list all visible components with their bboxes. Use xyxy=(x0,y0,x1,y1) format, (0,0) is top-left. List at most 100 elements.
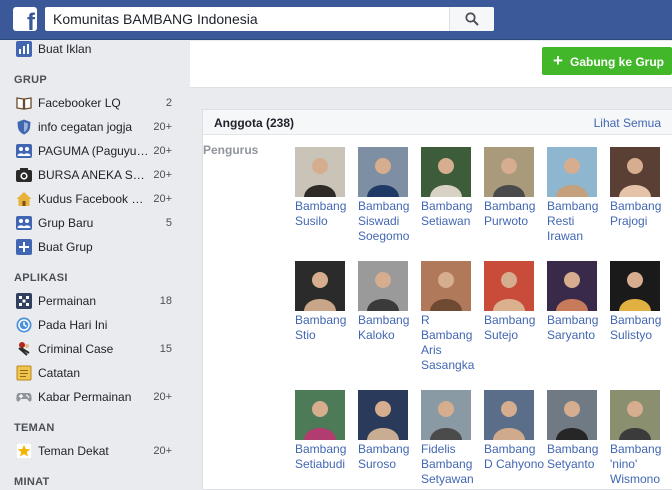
search-box xyxy=(45,7,494,31)
member-avatar[interactable] xyxy=(358,147,408,197)
plus-icon: + xyxy=(553,51,563,70)
see-all-link[interactable]: Lihat Semua xyxy=(594,116,661,130)
sidebar-item-count: 20+ xyxy=(153,391,172,403)
sidebar-item-label: Kabar Permainan xyxy=(38,390,132,404)
sidebar-item-label: Kudus Facebook Community xyxy=(38,192,150,206)
bar-chart-icon xyxy=(16,41,32,57)
star-icon xyxy=(16,443,32,459)
sidebar-item-kudus-facebook[interactable]: Kudus Facebook Community 20+ xyxy=(0,187,189,211)
sidebar-item-criminal-case[interactable]: Criminal Case 15 xyxy=(0,337,189,361)
member-avatar[interactable] xyxy=(295,147,345,197)
apps-heading: APLIKASI xyxy=(14,272,68,284)
sidebar-item-paguma[interactable]: PAGUMA (Paguyuban... 20+ xyxy=(0,139,189,163)
member-avatar[interactable] xyxy=(484,390,534,440)
member-avatar[interactable] xyxy=(421,147,471,197)
member-avatar[interactable] xyxy=(358,390,408,440)
sidebar-item-info-cegatan-jogja[interactable]: info cegatan jogja 20+ xyxy=(0,115,189,139)
sidebar-item-catatan[interactable]: Catatan xyxy=(0,361,189,385)
sidebar-item-count: 18 xyxy=(159,295,172,307)
sidebar-item-count: 20+ xyxy=(153,193,172,205)
sidebar-item-buat-grup[interactable]: Buat Grup xyxy=(0,235,189,259)
search-icon xyxy=(465,12,479,26)
member-name[interactable]: Bambang Setyanto xyxy=(547,442,609,472)
sidebar-item-count: 5 xyxy=(165,217,172,229)
left-sidebar: Buat Iklan GRUP Facebooker LQ 2 info ceg… xyxy=(0,41,189,490)
member-name[interactable]: Bambang Sulistyo xyxy=(610,313,672,343)
member-avatar[interactable] xyxy=(610,390,660,440)
groups-heading: GRUP xyxy=(14,74,47,86)
member-name[interactable]: Bambang Setiabudi xyxy=(295,442,357,472)
sidebar-item-label: Buat Grup xyxy=(38,240,93,254)
sidebar-item-label: Grup Baru xyxy=(38,216,94,230)
join-group-label: Gabung ke Grup xyxy=(570,55,665,69)
sidebar-item-count: 15 xyxy=(159,343,172,355)
sidebar-item-permainan[interactable]: Permainan 18 xyxy=(0,289,189,313)
sidebar-item-label: info cegatan jogja xyxy=(38,120,133,134)
member-avatar[interactable] xyxy=(547,147,597,197)
sidebar-item-label: Buat Iklan xyxy=(38,42,92,56)
admins-label: Pengurus xyxy=(203,143,259,157)
member-name[interactable]: Bambang Resti Irawan xyxy=(547,199,609,244)
member-name[interactable]: Bambang Kaloko xyxy=(358,313,420,343)
sidebar-item-bursa-aneka-sepeda[interactable]: BURSA ANEKA SEPEDA 20+ xyxy=(0,163,189,187)
sidebar-item-label: Criminal Case xyxy=(38,342,114,356)
criminal-case-icon xyxy=(18,342,30,356)
member-name[interactable]: Bambang 'nino' Wismono xyxy=(610,442,672,487)
camera-icon xyxy=(16,168,32,182)
member-avatar[interactable] xyxy=(547,261,597,311)
games-icon xyxy=(16,293,32,309)
member-name[interactable]: Fidelis Bambang Setyawan xyxy=(421,442,483,487)
history-icon xyxy=(16,317,32,333)
sidebar-item-label: Pada Hari Ini xyxy=(38,318,108,332)
sidebar-item-buat-iklan[interactable]: Buat Iklan xyxy=(0,37,189,61)
member-avatar[interactable] xyxy=(358,261,408,311)
member-avatar[interactable] xyxy=(421,261,471,311)
sidebar-item-pada-hari-ini[interactable]: Pada Hari Ini xyxy=(0,313,189,337)
sidebar-item-facebooker-lq[interactable]: Facebooker LQ 2 xyxy=(0,91,189,115)
sidebar-item-label: PAGUMA (Paguyuban... xyxy=(38,144,150,158)
sidebar-item-label: Catatan xyxy=(38,366,81,380)
member-avatar[interactable] xyxy=(421,390,471,440)
group-icon xyxy=(16,144,32,158)
search-input[interactable] xyxy=(45,7,447,31)
member-name[interactable]: Bambang Prajogi xyxy=(610,199,672,229)
member-name[interactable]: Bambang Sutejo xyxy=(484,313,546,343)
house-icon xyxy=(16,192,32,206)
sidebar-item-label: BURSA ANEKA SEPEDA xyxy=(38,168,150,182)
sidebar-item-count: 20+ xyxy=(153,169,172,181)
member-name[interactable]: Bambang Susilo xyxy=(295,199,357,229)
book-icon xyxy=(16,97,32,110)
member-name[interactable]: Bambang Stio xyxy=(295,313,357,343)
member-name[interactable]: Bambang Suroso xyxy=(358,442,420,472)
search-button[interactable] xyxy=(449,7,494,31)
top-bar: f xyxy=(0,0,672,40)
member-name[interactable]: Bambang Saryanto xyxy=(547,313,609,343)
sidebar-item-label: Teman Dekat xyxy=(38,444,109,458)
member-name[interactable]: Bambang Purwoto xyxy=(484,199,546,229)
members-title: Anggota (238) xyxy=(214,116,295,130)
interests-heading: MINAT xyxy=(14,476,50,488)
member-avatar[interactable] xyxy=(295,390,345,440)
sidebar-item-label: Facebooker LQ xyxy=(38,96,121,110)
member-avatar[interactable] xyxy=(484,261,534,311)
member-avatar[interactable] xyxy=(547,390,597,440)
member-avatar[interactable] xyxy=(484,147,534,197)
member-name[interactable]: Bambang Setiawan xyxy=(421,199,483,229)
sidebar-item-kabar-permainan[interactable]: Kabar Permainan 20+ xyxy=(0,385,189,409)
join-group-button[interactable]: + Gabung ke Grup xyxy=(542,47,672,75)
member-avatar[interactable] xyxy=(610,147,660,197)
member-avatar[interactable] xyxy=(610,261,660,311)
shield-icon xyxy=(17,119,31,135)
sidebar-item-label: Permainan xyxy=(38,294,97,308)
sidebar-item-count: 20+ xyxy=(153,145,172,157)
member-name[interactable]: R Bambang Aris Sasangka xyxy=(421,313,483,373)
group-icon xyxy=(16,216,32,230)
members-header: Anggota (238) Lihat Semua xyxy=(203,110,672,135)
member-avatar[interactable] xyxy=(295,261,345,311)
member-name[interactable]: Bambang Siswadi Soegomo xyxy=(358,199,420,244)
member-name[interactable]: Bambang D Cahyono xyxy=(484,442,546,472)
sidebar-item-grup-baru[interactable]: Grup Baru 5 xyxy=(0,211,189,235)
sidebar-item-teman-dekat[interactable]: Teman Dekat 20+ xyxy=(0,439,189,463)
facebook-logo-icon[interactable]: f xyxy=(13,7,37,31)
group-action-bar: + Gabung ke Grup xyxy=(190,41,672,88)
